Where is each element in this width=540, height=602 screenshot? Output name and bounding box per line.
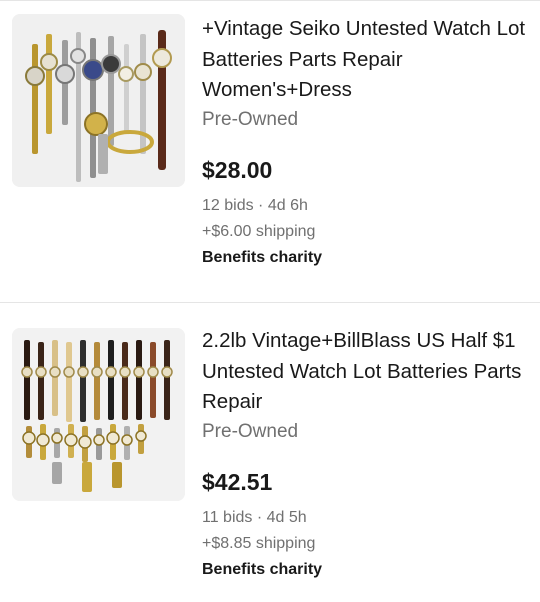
watch-lot-photo-icon <box>12 14 185 187</box>
time-left: 4d 5h <box>266 508 307 526</box>
listing-thumbnail[interactable] <box>12 14 185 187</box>
listing-divider <box>0 302 540 303</box>
shipping-cost: +$8.85 shipping <box>202 534 316 552</box>
shipping-cost: +$6.00 shipping <box>202 222 316 240</box>
time-left: 4d 6h <box>267 196 308 214</box>
listing-condition: Pre-Owned <box>202 108 299 130</box>
charity-badge: Benefits charity <box>202 560 323 578</box>
bid-count: 11 bids <box>202 508 253 526</box>
charity-badge: Benefits charity <box>202 248 323 266</box>
separator-dot: · <box>258 196 264 214</box>
listing-title[interactable]: 2.2lb Vintage+BillBlass US Half $1 Untes… <box>202 326 534 418</box>
listing-card[interactable]: +Vintage Seiko Untested Watch Lot Batter… <box>0 0 540 290</box>
listing-title[interactable]: +Vintage Seiko Untested Watch Lot Batter… <box>202 14 534 106</box>
watch-lot-photo-icon <box>12 328 185 501</box>
listing-condition: Pre-Owned <box>202 420 299 442</box>
listing-info: 2.2lb Vintage+BillBlass US Half $1 Untes… <box>202 326 534 583</box>
listing-thumbnail[interactable] <box>12 328 185 501</box>
bids-time-row: 12 bids · 4d 6h <box>202 193 534 219</box>
separator-dot: · <box>256 508 263 526</box>
bid-count: 12 bids <box>202 196 254 214</box>
listing-card[interactable]: 2.2lb Vintage+BillBlass US Half $1 Untes… <box>0 312 540 602</box>
listing-price: $42.51 <box>202 468 273 495</box>
bids-time-row: 11 bids · 4d 5h <box>202 505 534 531</box>
listing-info: +Vintage Seiko Untested Watch Lot Batter… <box>202 14 534 271</box>
listing-price: $28.00 <box>202 156 273 183</box>
